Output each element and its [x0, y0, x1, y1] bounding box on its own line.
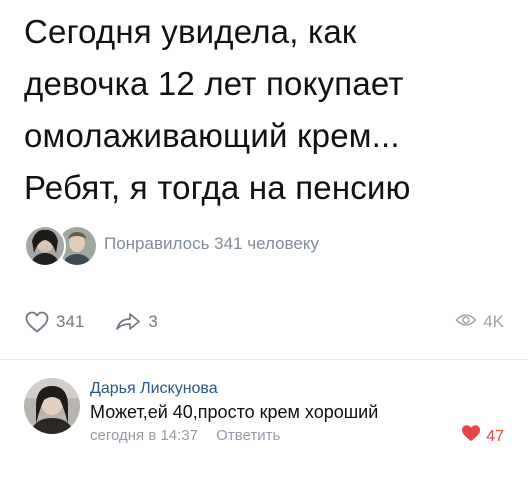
eye-icon — [455, 312, 477, 333]
comment-like-button[interactable]: 47 — [461, 424, 504, 450]
comment-item: Дарья Лискунова Может,ей 40,просто крем … — [24, 378, 504, 470]
reply-button[interactable]: Ответить — [216, 427, 280, 444]
like-button[interactable]: 341 — [24, 310, 84, 334]
heart-filled-icon — [461, 424, 481, 450]
comment-body: Дарья Лискунова Может,ей 40,просто крем … — [90, 378, 504, 448]
comment-meta: сегодня в 14:37 Ответить 47 — [90, 424, 504, 448]
post-text-line-2: девочка 12 лет покупает — [24, 65, 404, 102]
post-text-line-3: омолаживающий крем... — [24, 117, 400, 154]
comment-text: Может,ей 40,просто крем хороший — [90, 402, 379, 422]
comment-timestamp[interactable]: сегодня в 14:37 — [90, 427, 198, 444]
heart-outline-icon — [24, 310, 50, 334]
share-button[interactable]: 3 — [114, 310, 158, 334]
share-count: 3 — [148, 312, 158, 331]
divider — [0, 359, 528, 360]
comment-author-name[interactable]: Дарья Лискунова — [90, 378, 504, 400]
liked-by-text[interactable]: Понравилось 341 человеку — [104, 234, 319, 254]
liked-by-row[interactable]: Понравилось 341 человеку — [24, 222, 319, 267]
liker-avatars[interactable] — [24, 222, 98, 267]
comment-like-count: 47 — [486, 428, 504, 445]
share-arrow-icon — [114, 310, 142, 334]
comment-author-avatar[interactable] — [24, 378, 80, 434]
post-text-line-1: Сегодня увидела, как — [24, 13, 357, 50]
post-text-line-4: Ребят, я тогда на пенсию — [24, 169, 411, 206]
post-text: Сегодня увидела, как девочка 12 лет поку… — [24, 6, 514, 214]
liker-avatar-1[interactable] — [24, 225, 66, 267]
views-counter: 4K — [455, 312, 504, 333]
post-actions-bar: 341 3 4K — [24, 306, 504, 338]
views-count: 4K — [483, 312, 504, 331]
like-count: 341 — [56, 312, 85, 331]
